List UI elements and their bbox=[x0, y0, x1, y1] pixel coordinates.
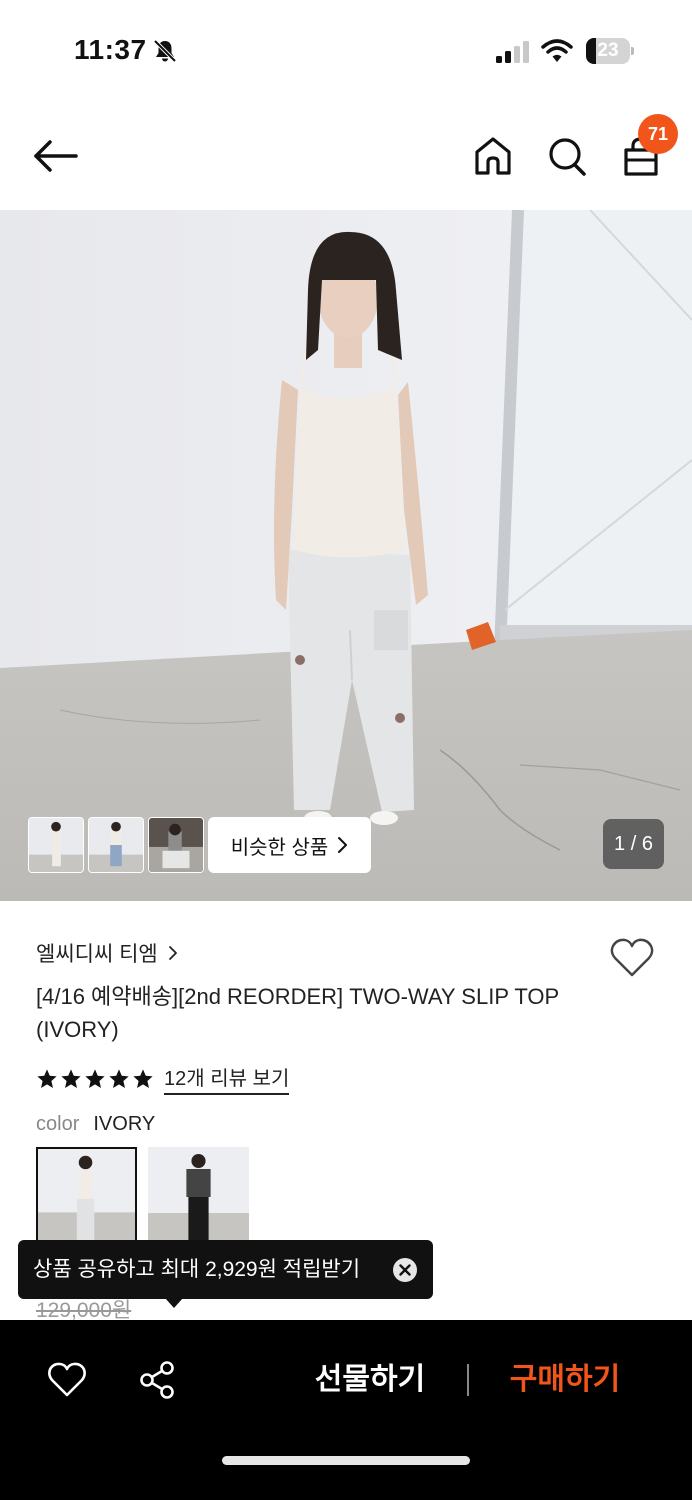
review-link[interactable]: 12개 리뷰 보기 bbox=[164, 1062, 290, 1095]
rating-row: 12개 리뷰 보기 bbox=[36, 1062, 290, 1095]
share-reward-toast: 상품 공유하고 최대 2,929원 적립받기 bbox=[18, 1240, 433, 1308]
toast-message: 상품 공유하고 최대 2,929원 적립받기 bbox=[33, 1258, 361, 1281]
gallery-thumbnail[interactable] bbox=[88, 817, 144, 873]
nav-bar bbox=[0, 104, 692, 210]
similar-products-button[interactable]: 비슷한 상품 bbox=[208, 817, 371, 873]
wishlist-heart-icon[interactable] bbox=[610, 938, 654, 978]
chevron-right-icon bbox=[168, 946, 177, 960]
buy-button[interactable]: 구매하기 bbox=[490, 1350, 640, 1410]
wifi-icon bbox=[541, 39, 573, 62]
color-row: color IVORY bbox=[36, 1113, 155, 1136]
bottom-action-bar: 선물하기 구매하기 bbox=[0, 1320, 692, 1500]
gallery-thumbnail[interactable] bbox=[28, 817, 84, 873]
bell-slash-icon bbox=[153, 39, 177, 63]
home-indicator[interactable] bbox=[222, 1456, 470, 1465]
battery-icon: 23 bbox=[586, 38, 634, 64]
color-option-other[interactable] bbox=[148, 1147, 249, 1247]
star-icon bbox=[133, 1068, 153, 1088]
star-icon bbox=[61, 1068, 81, 1088]
product-image-gallery[interactable] bbox=[0, 210, 692, 901]
gift-button[interactable]: 선물하기 bbox=[290, 1350, 450, 1410]
product-photo bbox=[0, 210, 692, 901]
product-title: [4/16 예약배송][2nd REORDER] TWO-WAY SLIP TO… bbox=[36, 984, 559, 1042]
color-option-ivory[interactable] bbox=[36, 1147, 137, 1247]
chevron-right-icon bbox=[338, 837, 348, 853]
star-icon bbox=[109, 1068, 129, 1088]
color-value: IVORY bbox=[93, 1113, 156, 1135]
image-page-indicator: 1 / 6 bbox=[603, 819, 664, 869]
back-arrow-icon[interactable] bbox=[30, 136, 82, 176]
brand-link[interactable]: 엘씨디씨 티엠 bbox=[36, 938, 178, 968]
home-icon[interactable] bbox=[472, 134, 514, 178]
star-rating bbox=[36, 1068, 154, 1090]
divider bbox=[467, 1364, 469, 1396]
battery-level: 23 bbox=[597, 40, 619, 61]
status-bar: 11:37 23 bbox=[0, 0, 692, 104]
similar-products-label: 비슷한 상품 bbox=[230, 836, 329, 859]
cart-count-badge[interactable]: 71 bbox=[638, 114, 678, 154]
status-time: 11:37 bbox=[74, 34, 147, 65]
color-label: color bbox=[36, 1113, 80, 1135]
toast-pointer bbox=[165, 1298, 183, 1308]
share-icon[interactable] bbox=[138, 1360, 176, 1400]
star-icon bbox=[85, 1068, 105, 1088]
star-icon bbox=[37, 1068, 57, 1088]
brand-name: 엘씨디씨 티엠 bbox=[36, 943, 158, 966]
signal-icon bbox=[496, 41, 529, 63]
close-icon[interactable] bbox=[393, 1258, 417, 1282]
gallery-thumbnail[interactable] bbox=[148, 817, 204, 873]
search-icon[interactable] bbox=[546, 134, 588, 178]
heart-icon[interactable] bbox=[48, 1362, 86, 1398]
